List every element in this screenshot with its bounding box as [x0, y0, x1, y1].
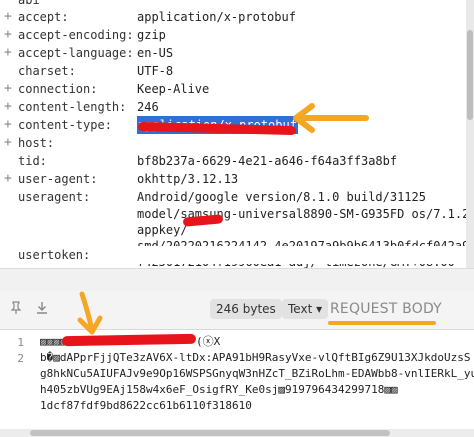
body-horizontal-scrollbar[interactable]: [0, 429, 474, 437]
header-name: accept-language:: [18, 46, 134, 60]
request-headers-panel: abi + accept: application/x-protobuf + a…: [0, 0, 466, 268]
plus-icon[interactable]: +: [4, 8, 14, 26]
header-value: Android/google version/8.1.0 build/31125: [137, 190, 426, 204]
header-name: accept:: [18, 10, 69, 24]
plus-icon[interactable]: +: [4, 98, 14, 116]
header-name: useragent:: [18, 190, 91, 204]
download-icon[interactable]: [34, 301, 50, 317]
section-title: REQUEST BODY: [330, 301, 442, 317]
header-value: bf8b237a-6629-4e21-a646-f64a3ff3a8bf: [137, 154, 398, 168]
header-value-continuation: appkey/: [137, 223, 188, 237]
plus-icon[interactable]: +: [4, 80, 14, 98]
orange-arrow-down: [77, 291, 103, 335]
content-type-select[interactable]: Text ▾: [282, 299, 329, 319]
body-line-text: g8hkNCu5AIUFAJv9e9Op16WSPSGnyqW3nHZcT_BZ…: [40, 367, 474, 380]
plus-icon[interactable]: +: [4, 26, 14, 44]
content-type-select-value: Text: [288, 302, 313, 316]
header-value: Keep-Alive: [137, 82, 210, 96]
header-name: host:: [18, 136, 55, 150]
plus-icon[interactable]: +: [4, 170, 14, 188]
plus-icon[interactable]: +: [4, 134, 14, 152]
body-line-text: (ⓧX: [196, 335, 221, 348]
plus-icon[interactable]: +: [4, 44, 14, 62]
scrollbar-thumb[interactable]: [30, 430, 390, 436]
scrollbar-thumb[interactable]: [467, 30, 473, 120]
header-name: content-type:: [18, 118, 112, 132]
header-name: charset:: [18, 64, 76, 78]
plus-icon[interactable]: +: [4, 116, 14, 134]
headers-scrollbar[interactable]: [466, 0, 474, 268]
header-value: okhttp/3.12.13: [137, 172, 239, 186]
body-size-label: 246 bytes: [210, 299, 282, 319]
line-number: 1: [17, 336, 24, 349]
header-value: en-US: [137, 46, 174, 60]
header-value: 246: [137, 100, 159, 114]
line-number: 2: [17, 352, 24, 365]
header-value: gzip: [137, 28, 166, 42]
request-body-panel[interactable]: 1 2 ▨▨▨▨ (ⓧX b�▨dAPprFjjQTe3zAV6X-ltDx:A…: [0, 330, 474, 437]
header-name: content-length:: [18, 100, 127, 114]
body-line-text: h405zbVUg9EAj158w4x6eF_OsigfRY_Ke0sj▨919…: [40, 383, 398, 396]
header-value: UTF-8: [137, 64, 174, 78]
body-line-text: b�▨dAPprFjjQTe3zAV6X-ltDx:APA91bH9RasyVx…: [40, 351, 471, 364]
header-name: usertoken:: [18, 248, 91, 262]
body-line-text: 1dcf87fdf9bd8622cc61b6110f318610: [40, 399, 252, 412]
header-row-usertoken[interactable]: usertoken:: [0, 246, 466, 264]
header-value: application/x-protobuf: [137, 10, 296, 24]
header-name: tid:: [18, 154, 47, 168]
header-name: connection:: [18, 82, 98, 96]
orange-arrow-left: [293, 103, 369, 133]
orange-underline: [328, 321, 436, 325]
header-name: accept-encoding:: [18, 28, 134, 42]
pin-icon[interactable]: [8, 301, 24, 317]
header-name: user-agent:: [18, 172, 98, 186]
panel-divider[interactable]: [0, 268, 474, 292]
chevron-down-icon: ▾: [316, 302, 323, 316]
